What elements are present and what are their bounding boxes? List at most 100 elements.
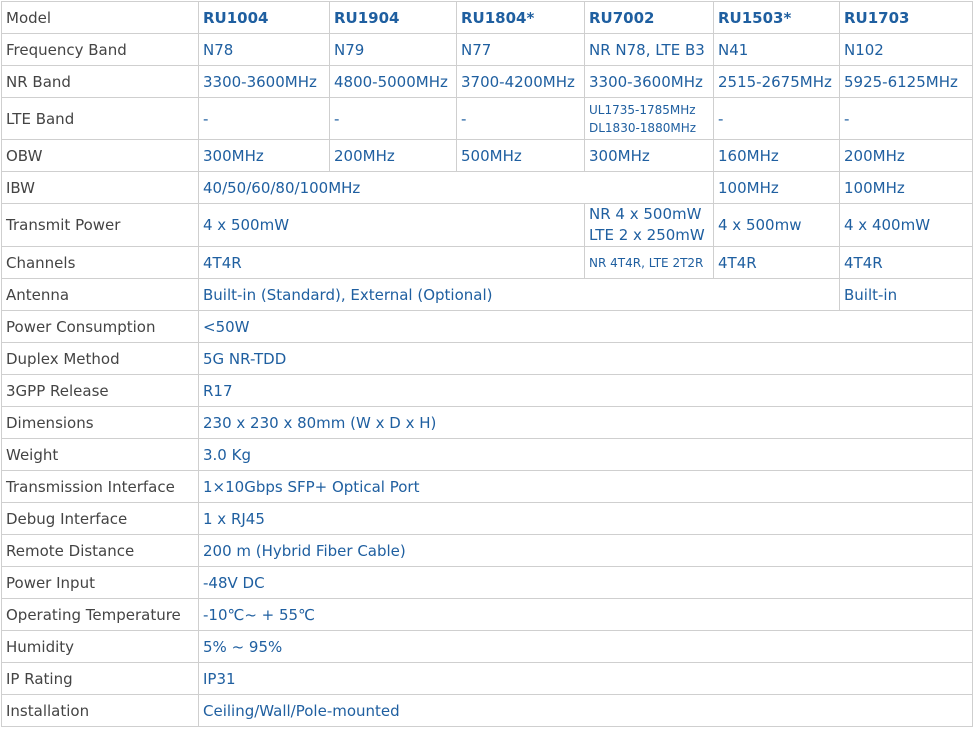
table-row: Transmission Interface 1×10Gbps SFP+ Opt…	[1, 470, 973, 503]
cell-value: 5G NR-TDD	[198, 342, 973, 375]
table-row: Power Input -48V DC	[1, 566, 973, 599]
row-label: Power Consumption	[1, 310, 199, 343]
row-label: Duplex Method	[1, 342, 199, 375]
cell-value: -	[198, 97, 330, 140]
model-ru1503: RU1503*	[713, 1, 840, 34]
row-label: Transmit Power	[1, 203, 199, 247]
cell-value: 4T4R	[839, 246, 973, 279]
cell-value: 3.0 Kg	[198, 438, 973, 471]
table-row: Weight 3.0 Kg	[1, 438, 973, 471]
cell-value: -	[456, 97, 585, 140]
cell-line: UL1735-1785MHz	[589, 102, 696, 117]
model-ru1004: RU1004	[198, 1, 330, 34]
cell-value: N41	[713, 33, 840, 66]
table-row: Power Consumption <50W	[1, 310, 973, 343]
model-ru1904: RU1904	[329, 1, 457, 34]
cell-value: Built-in	[839, 278, 973, 311]
table-row: Antenna Built-in (Standard), External (O…	[1, 278, 973, 311]
cell-value: 3300-3600MHz	[198, 65, 330, 98]
cell-value: R17	[198, 374, 973, 407]
cell-value: 4 x 500mW	[198, 203, 585, 247]
cell-value: 300MHz	[198, 139, 330, 172]
cell-value: 1×10Gbps SFP+ Optical Port	[198, 470, 973, 503]
row-label: IP Rating	[1, 662, 199, 695]
cell-value: 4 x 400mW	[839, 203, 973, 247]
row-label: 3GPP Release	[1, 374, 199, 407]
row-label: Operating Temperature	[1, 598, 199, 631]
cell-value: N102	[839, 33, 973, 66]
table-row: IP Rating IP31	[1, 662, 973, 695]
cell-value: N77	[456, 33, 585, 66]
cell-value: 200MHz	[839, 139, 973, 172]
table-row: 3GPP Release R17	[1, 374, 973, 407]
cell-value: 4T4R	[713, 246, 840, 279]
cell-value: 40/50/60/80/100MHz	[198, 171, 714, 204]
row-label: Debug Interface	[1, 502, 199, 535]
cell-value: -48V DC	[198, 566, 973, 599]
table-row: IBW 40/50/60/80/100MHz 100MHz 100MHz	[1, 171, 973, 204]
row-label: Transmission Interface	[1, 470, 199, 503]
table-row: NR Band 3300-3600MHz 4800-5000MHz 3700-4…	[1, 65, 973, 98]
cell-value: 1 x RJ45	[198, 502, 973, 535]
cell-value: 200 m (Hybrid Fiber Cable)	[198, 534, 973, 567]
row-label: IBW	[1, 171, 199, 204]
cell-value: IP31	[198, 662, 973, 695]
cell-line: DL1830-1880MHz	[589, 120, 697, 135]
table-row: Frequency Band N78 N79 N77 NR N78, LTE B…	[1, 33, 973, 66]
cell-value: -	[713, 97, 840, 140]
cell-line: NR 4 x 500mW	[589, 205, 702, 223]
table-row: LTE Band - - - UL1735-1785MHz DL1830-1880…	[1, 97, 973, 140]
row-label: NR Band	[1, 65, 199, 98]
cell-value: 100MHz	[713, 171, 840, 204]
cell-value: NR 4 x 500mW LTE 2 x 250mW	[584, 203, 714, 247]
model-ru1804: RU1804*	[456, 1, 585, 34]
table-row: Debug Interface 1 x RJ45	[1, 502, 973, 535]
row-label: Installation	[1, 694, 199, 727]
row-label: LTE Band	[1, 97, 199, 140]
cell-value: Ceiling/Wall/Pole-mounted	[198, 694, 973, 727]
cell-value: 500MHz	[456, 139, 585, 172]
table-row: Dimensions 230 x 230 x 80mm (W x D x H)	[1, 406, 973, 439]
row-label: Weight	[1, 438, 199, 471]
row-label: Channels	[1, 246, 199, 279]
cell-value: N78	[198, 33, 330, 66]
cell-value: 5% ~ 95%	[198, 630, 973, 663]
cell-value: -	[329, 97, 457, 140]
cell-value: -10℃~ + 55℃	[198, 598, 973, 631]
cell-line: LTE 2 x 250mW	[589, 226, 705, 244]
model-ru7002: RU7002	[584, 1, 714, 34]
row-label: Dimensions	[1, 406, 199, 439]
row-label: Antenna	[1, 278, 199, 311]
cell-value: NR 4T4R, LTE 2T2R	[584, 246, 714, 279]
cell-value: NR N78, LTE B3	[584, 33, 714, 66]
row-label: Remote Distance	[1, 534, 199, 567]
model-label: Model	[1, 1, 199, 34]
cell-value: N79	[329, 33, 457, 66]
model-ru1703: RU1703	[839, 1, 973, 34]
cell-value: -	[839, 97, 973, 140]
table-row: Operating Temperature -10℃~ + 55℃	[1, 598, 973, 631]
cell-value: 4 x 500mw	[713, 203, 840, 247]
cell-value: Built-in (Standard), External (Optional)	[198, 278, 840, 311]
row-label: Humidity	[1, 630, 199, 663]
cell-value: 4T4R	[198, 246, 585, 279]
table-row: Duplex Method 5G NR-TDD	[1, 342, 973, 375]
cell-value: 230 x 230 x 80mm (W x D x H)	[198, 406, 973, 439]
table-row: Humidity 5% ~ 95%	[1, 630, 973, 663]
cell-value: 3700-4200MHz	[456, 65, 585, 98]
cell-value: 5925-6125MHz	[839, 65, 973, 98]
cell-value: 3300-3600MHz	[584, 65, 714, 98]
header-row: Model RU1004 RU1904 RU1804* RU7002 RU150…	[1, 1, 973, 34]
cell-value: UL1735-1785MHz DL1830-1880MHz	[584, 97, 714, 140]
table-row: Transmit Power 4 x 500mW NR 4 x 500mW LTE…	[1, 203, 973, 247]
cell-value: 2515-2675MHz	[713, 65, 840, 98]
table-row: Installation Ceiling/Wall/Pole-mounted	[1, 694, 973, 727]
cell-value: 160MHz	[713, 139, 840, 172]
row-label: Frequency Band	[1, 33, 199, 66]
cell-value: 100MHz	[839, 171, 973, 204]
cell-value: 200MHz	[329, 139, 457, 172]
spec-table: Model RU1004 RU1904 RU1804* RU7002 RU150…	[1, 1, 973, 727]
table-row: OBW 300MHz 200MHz 500MHz 300MHz 160MHz 2…	[1, 139, 973, 172]
row-label: OBW	[1, 139, 199, 172]
row-label: Power Input	[1, 566, 199, 599]
